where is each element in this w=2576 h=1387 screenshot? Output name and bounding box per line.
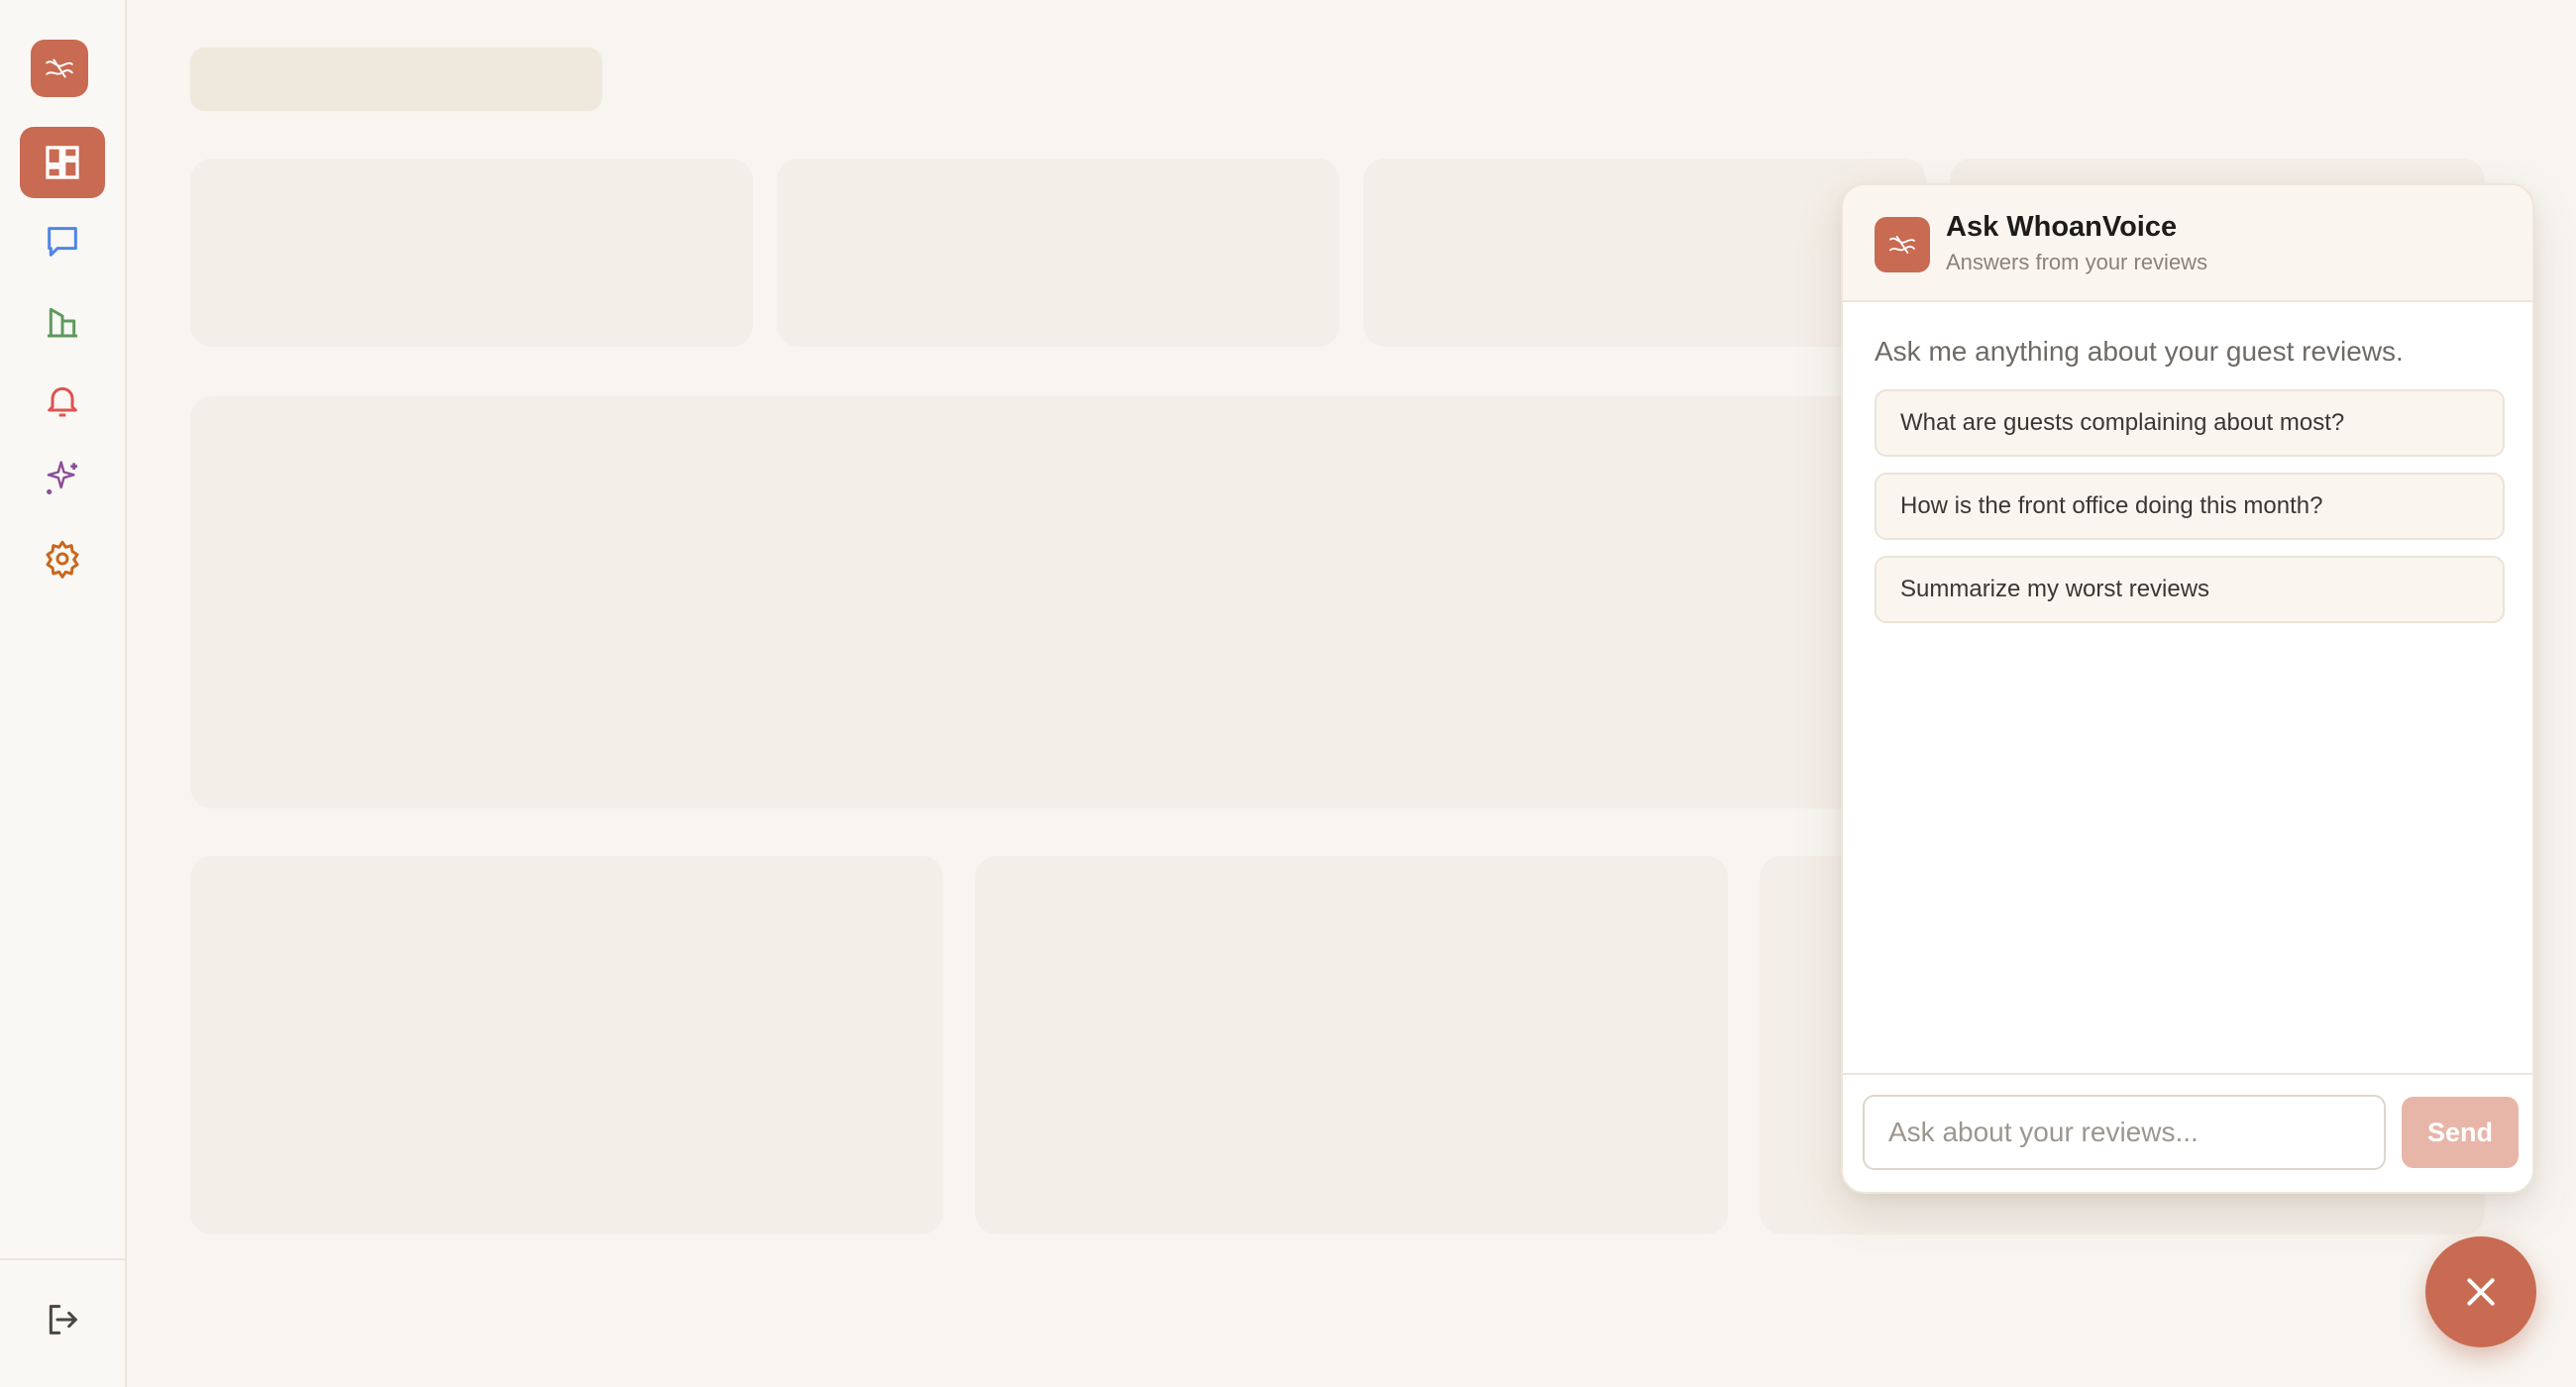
chat-bubble-icon <box>48 227 77 257</box>
suggestion-chip[interactable]: What are guests complaining about most? <box>1875 389 2505 457</box>
chat-logo <box>1875 217 1930 272</box>
sidebar-item-alerts[interactable] <box>20 365 105 436</box>
logout-icon <box>49 1305 77 1334</box>
page-title-skeleton <box>190 48 602 111</box>
send-button[interactable]: Send <box>2402 1097 2519 1168</box>
stat-card-skeleton <box>777 159 1340 347</box>
chat-close-button[interactable] <box>2425 1236 2536 1347</box>
sidebar-item-reviews[interactable] <box>20 206 105 277</box>
scissors-swoosh-icon <box>1889 236 1915 254</box>
sidebar-item-analytics[interactable] <box>20 285 105 357</box>
sidebar-item-ai-insights[interactable] <box>20 444 105 515</box>
logout-button[interactable] <box>20 1284 105 1355</box>
chat-intro-message: Ask me anything about your guest reviews… <box>1875 336 2404 367</box>
gear-icon <box>46 540 79 579</box>
suggestion-chip[interactable]: How is the front office doing this month… <box>1875 473 2505 540</box>
scissors-swoosh-icon <box>46 58 73 78</box>
sidebar <box>0 0 127 1387</box>
sidebar-divider <box>0 1258 125 1260</box>
panel-skeleton <box>190 856 943 1234</box>
suggestion-chip[interactable]: Summarize my worst reviews <box>1875 556 2505 623</box>
chat-subtitle: Answers from your reviews <box>1946 250 2208 274</box>
sparkles-icon <box>47 461 77 494</box>
chat-header: Ask WhoanVoice Answers from your reviews <box>1843 185 2532 302</box>
app-logo[interactable] <box>31 40 88 97</box>
chat-panel: Ask WhoanVoice Answers from your reviews… <box>1841 183 2534 1194</box>
close-icon <box>2467 1278 2495 1306</box>
chat-title: Ask WhoanVoice <box>1946 211 2178 243</box>
sidebar-item-settings[interactable] <box>20 523 105 594</box>
chat-input[interactable] <box>1863 1095 2386 1170</box>
sidebar-item-dashboard[interactable] <box>20 127 105 198</box>
bell-icon <box>48 386 77 417</box>
building-chart-icon <box>48 307 77 338</box>
panel-skeleton <box>975 856 1728 1234</box>
dashboard-grid-icon <box>46 146 79 179</box>
chat-footer: Send <box>1843 1073 2532 1192</box>
stat-card-skeleton <box>190 159 753 347</box>
